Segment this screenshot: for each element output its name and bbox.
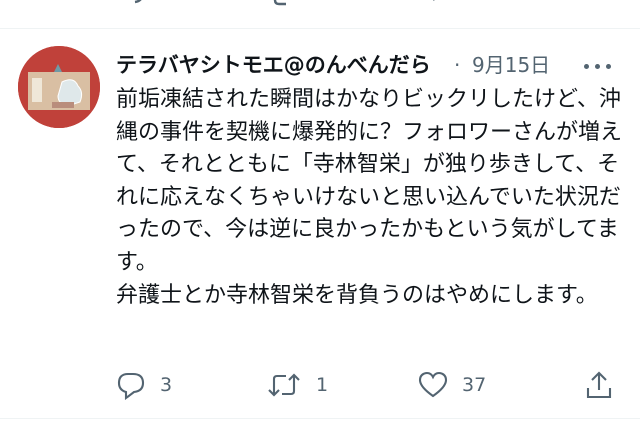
bottom-divider	[0, 418, 640, 419]
avatar[interactable]	[18, 46, 100, 128]
tweet-actions: 3 1 37	[116, 367, 626, 403]
tweet-header: テラバヤシトモエ@のんべんだら · 9月15日	[116, 50, 640, 80]
more-horizontal-icon[interactable]	[582, 56, 618, 76]
reply-count: 3	[160, 374, 173, 396]
like-count: 37	[462, 374, 487, 396]
separator-dot: ·	[454, 53, 461, 77]
tweet-date[interactable]: 9月15日	[472, 50, 550, 80]
display-name[interactable]: テラバヤシトモエ@のんべんだら	[116, 50, 449, 80]
reply-icon[interactable]	[120, 0, 146, 10]
share-upload-icon	[586, 371, 612, 399]
heart-icon[interactable]	[420, 0, 446, 10]
retweet-icon[interactable]	[270, 0, 300, 10]
tweet-divider	[0, 28, 640, 29]
reply-button[interactable]: 3	[116, 367, 172, 403]
share-button[interactable]	[584, 367, 614, 403]
tweet-text: 前垢凍結された瞬間はかなりビックリしたけど、沖縄の事件を契機に爆発的に？フォロワ…	[116, 87, 623, 308]
retweet-count: 1	[316, 374, 329, 396]
like-button[interactable]: 37	[418, 367, 486, 403]
reply-bubble-icon	[117, 372, 145, 400]
share-icon[interactable]	[586, 0, 612, 10]
previous-tweet-actions	[0, 0, 640, 12]
heart-icon	[418, 371, 448, 398]
retweet-arrows-icon	[268, 373, 300, 397]
retweet-button[interactable]: 1	[266, 367, 328, 403]
